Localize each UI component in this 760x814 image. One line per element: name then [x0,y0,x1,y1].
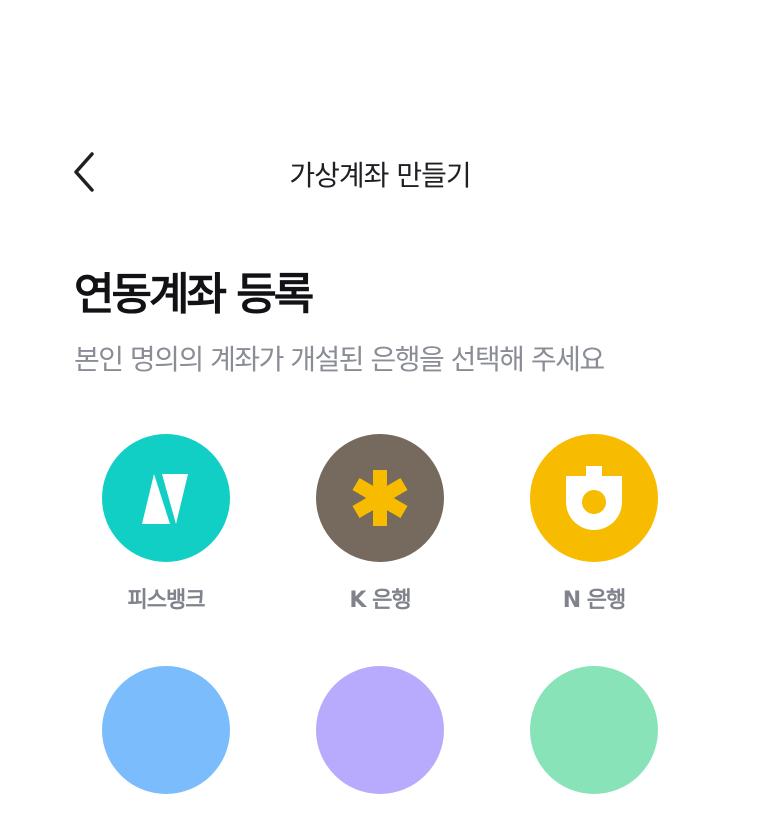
pisbank-logo-icon [102,434,230,562]
blank-circle-icon [316,666,444,794]
n-bank-logo-icon [530,434,658,562]
asterisk-logo-icon [316,434,444,562]
bank-name: 피스뱅크 [127,588,206,613]
bank-name: N 은행 [562,588,627,613]
bank-item-6[interactable] [494,666,694,814]
page-subtitle: 본인 명의의 계좌가 개설된 은행을 선택해 주세요 [74,343,605,376]
top-bar: 가상계좌 만들기 [0,140,760,204]
blank-circle-icon [102,666,230,794]
header-title: 가상계좌 만들기 [289,159,471,192]
page-title: 연동계좌 등록 [74,269,314,320]
bank-name: K 은행 [349,588,411,613]
bank-item-5[interactable] [280,666,480,814]
bank-item-k-bank[interactable]: K 은행 [280,434,480,614]
bank-item-pisbank[interactable]: 피스뱅크 [66,434,266,614]
bank-item-n-bank[interactable]: N 은행 [494,434,694,614]
bank-item-4[interactable] [66,666,266,814]
blank-circle-icon [530,666,658,794]
